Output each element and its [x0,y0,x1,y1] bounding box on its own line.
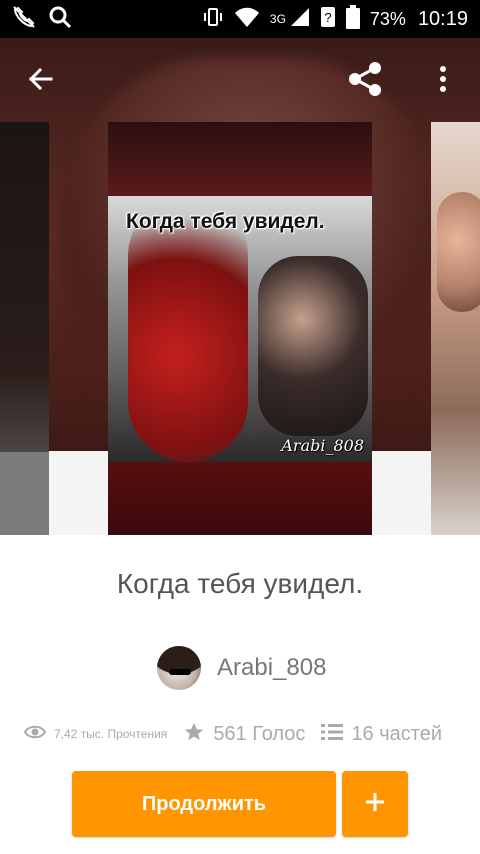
story-stats: 7,42 тыс. Прочтения 561 Голос 16 частей [23,718,458,750]
share-button[interactable] [342,58,388,104]
votes-count: 561 Голос [213,722,306,745]
eye-icon [23,724,47,744]
next-cover-image [437,192,480,312]
cover-photo-person [258,256,368,436]
cover-caption: Когда тебя увидел. [126,210,325,233]
svg-text:?: ? [324,10,331,25]
network-type: 3G [269,12,286,26]
reads-count: 7,42 тыс. Прочтения [54,727,168,741]
status-right: 3G ? 73% 10:19 [202,0,468,38]
next-story-cover[interactable] [431,122,480,535]
star-icon [183,721,205,747]
parts-stat: 16 частей [321,723,442,746]
more-options-button[interactable] [420,58,466,104]
more-vert-icon [439,65,447,97]
search-icon [48,5,72,33]
previous-story-cover[interactable] [0,122,49,535]
back-arrow-icon [27,65,55,97]
continue-reading-button[interactable]: Продолжить [72,771,336,837]
cover-photo [108,196,372,462]
cover-photo-blur [128,196,248,462]
story-title: Когда тебя увидел. [116,568,364,599]
cover-top-area [108,122,372,202]
list-icon [321,723,344,745]
clock: 10:19 [417,7,468,30]
signal-icon [290,7,310,31]
status-bar: 3G ? 73% 10:19 [0,0,480,38]
story-cover[interactable]: Когда тебя увидел. Arabi_808 [108,122,372,535]
cover-watermark: Arabi_808 [281,436,364,455]
votes-stat: 561 Голос [183,721,305,747]
reads-stat: 7,42 тыс. Прочтения [23,724,168,744]
continue-label: Продолжить [141,792,267,815]
top-app-bar [0,38,480,124]
plus-icon [363,790,387,818]
wifi-icon [234,6,260,32]
author-name[interactable]: Arabi_808 [217,654,326,682]
previous-cover-footer [0,452,49,535]
phone-off-icon [12,5,36,33]
avatar[interactable] [157,646,201,690]
add-to-library-button[interactable]: + [342,771,408,837]
avatar-glasses [169,669,191,675]
status-left [12,0,72,38]
battery-icon [345,5,360,33]
back-button[interactable] [18,58,64,104]
cover-bottom-area [108,462,372,535]
vibrate-icon [202,6,224,32]
sim-unknown-icon: ? [320,6,336,32]
share-icon [346,61,384,101]
parts-count: 16 частей [351,722,443,745]
battery-percent: 73% [369,8,406,29]
author-row[interactable]: Arabi_808 [157,646,326,690]
